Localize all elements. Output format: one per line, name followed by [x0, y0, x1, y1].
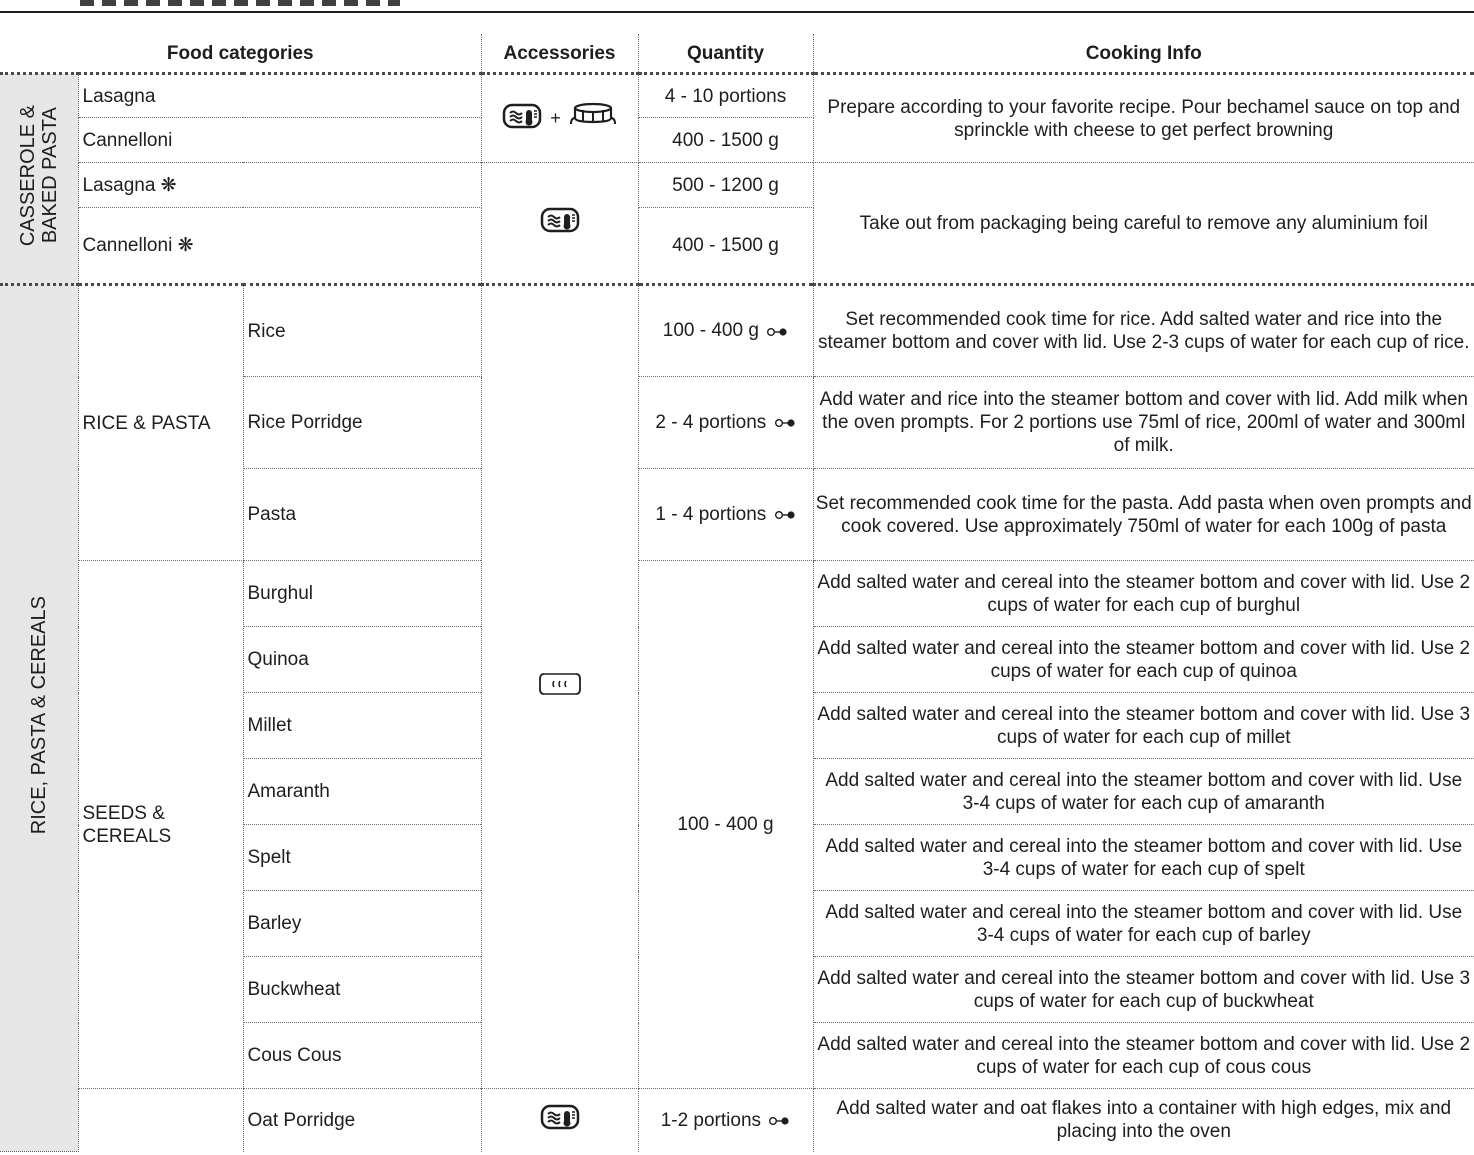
header-quantity: Quantity: [637, 34, 814, 75]
cooking-info-cell: Add salted water and cereal into the ste…: [812, 890, 1474, 957]
accessory-cell: [480, 1088, 639, 1152]
quantity-cell: 2 - 4 portions: [637, 376, 814, 469]
plus-sign: +: [550, 108, 561, 128]
food-cell: Oat Porridge: [242, 1088, 482, 1152]
cooking-info-cell: Add water and rice into the steamer bott…: [812, 376, 1474, 469]
quantity-cell: 100 - 400 g: [637, 284, 814, 377]
food-cell: Amaranth: [243, 758, 482, 825]
quantity-text: 100 - 400 g: [662, 320, 759, 342]
food-cell: Rice: [242, 284, 482, 377]
cooking-info-cell: Add salted water and cereal into the ste…: [812, 626, 1474, 693]
table-row: SEEDS & CEREALS Burghul 100 - 400 g Add …: [0, 560, 1474, 1089]
cooking-info-cell: Add salted water and cereal into the ste…: [812, 824, 1474, 891]
quantity-cell: 1-2 portions: [637, 1088, 814, 1152]
quantity-cell: 500 - 1200 g: [637, 162, 814, 208]
progress-dots-icon: [768, 1109, 790, 1132]
accessory-cell: +: [480, 73, 639, 163]
empty-subcategory-cell: [78, 1088, 244, 1152]
progress-dots-icon: [774, 411, 796, 434]
page-top-rule: [0, 0, 1474, 14]
section-casserole-label: CASSEROLE & BAKED PASTA: [16, 105, 61, 247]
header-food-categories: Food categories: [0, 34, 482, 75]
quantity-cell: 4 - 10 portions: [637, 73, 814, 118]
top-divider: [0, 11, 1474, 13]
food-cell: Lasagna: [77, 73, 482, 118]
table-row: CASSEROLE & BAKED PASTA Lasagna + 4 - 10…: [0, 73, 1474, 286]
food-cell: Cous Cous: [243, 1022, 482, 1089]
food-cell: Pasta: [243, 468, 482, 561]
header-row: Food categories Accessories Quantity Coo…: [0, 34, 1474, 75]
subcategory-seeds-cereals: SEEDS & CEREALS: [78, 560, 244, 1089]
steamer-icon: [538, 670, 582, 704]
quantity-cell: 400 - 1500 g: [637, 207, 813, 286]
subcategory-seeds-cereals-label: SEEDS & CEREALS: [82, 802, 172, 847]
progress-dots-icon: [766, 320, 788, 343]
food-cell: Cannelloni ❋: [78, 207, 482, 286]
header-accessories: Accessories: [480, 34, 639, 75]
cooking-table: Food categories Accessories Quantity Coo…: [0, 34, 1474, 1152]
cooking-info-cell: Add salted water and cereal into the ste…: [812, 1022, 1474, 1089]
food-cell: Millet: [243, 692, 482, 759]
cooking-info-cell: Take out from packaging being careful to…: [812, 162, 1474, 286]
cooking-info-cell: Set recommended cook time for the pasta.…: [812, 468, 1474, 561]
cooking-info-cell: Add salted water and cereal into the ste…: [812, 956, 1474, 1023]
cooking-info-cell: Add salted water and cereal into the ste…: [812, 560, 1474, 627]
food-cell: Buckwheat: [243, 956, 482, 1023]
table-row: RICE, PASTA & CEREALS RICE & PASTA Rice …: [0, 284, 1474, 1152]
table-row: Lasagna ❋ 500 - 1200 g Take out from pac…: [0, 162, 1474, 286]
cooking-info-cell: Add salted water and oat flakes into a c…: [812, 1088, 1474, 1152]
food-cell: Quinoa: [243, 626, 482, 693]
section-rice-pasta-cereals-label: RICE, PASTA & CEREALS: [27, 596, 50, 835]
cooking-info-cell: Set recommended cook time for rice. Add …: [812, 284, 1474, 377]
table-row: Oat Porridge 1-2 portions Add salted wat…: [0, 1088, 1474, 1152]
oven-dish-icon: [540, 206, 580, 240]
rack-icon: [569, 101, 617, 137]
food-cell: Lasagna ❋: [78, 162, 482, 208]
subcategory-rice-pasta: RICE & PASTA: [77, 284, 244, 561]
header-cooking-info: Cooking Info: [812, 34, 1474, 75]
quantity-text: 1 - 4 portions: [655, 503, 767, 525]
oven-dish-icon: [540, 1103, 580, 1137]
quantity-cell: 100 - 400 g: [637, 560, 814, 1089]
food-cell: Burghul: [242, 560, 482, 627]
food-cell: Spelt: [243, 824, 482, 891]
header-text-fragment: [80, 0, 400, 6]
quantity-cell: 400 - 1500 g: [637, 117, 813, 163]
food-cell: Rice Porridge: [243, 376, 482, 469]
cooking-info-cell: Prepare according to your favorite recip…: [812, 73, 1474, 163]
cooking-info-cell: Add salted water and cereal into the ste…: [812, 692, 1474, 759]
section-casserole: CASSEROLE & BAKED PASTA: [0, 73, 79, 286]
quantity-text: 2 - 4 portions: [655, 411, 767, 433]
section-rice-pasta-cereals: RICE, PASTA & CEREALS: [0, 284, 79, 1152]
food-cell: Cannelloni: [78, 117, 482, 163]
progress-dots-icon: [774, 503, 796, 526]
food-cell: Barley: [243, 890, 482, 957]
cooking-info-cell: Add salted water and cereal into the ste…: [812, 758, 1474, 825]
accessory-cell: [480, 162, 639, 286]
quantity-cell: 1 - 4 portions: [637, 468, 814, 561]
quantity-text: 1-2 portions: [660, 1109, 762, 1131]
accessory-cell: [480, 284, 639, 1089]
oven-dish-icon: [502, 102, 542, 136]
